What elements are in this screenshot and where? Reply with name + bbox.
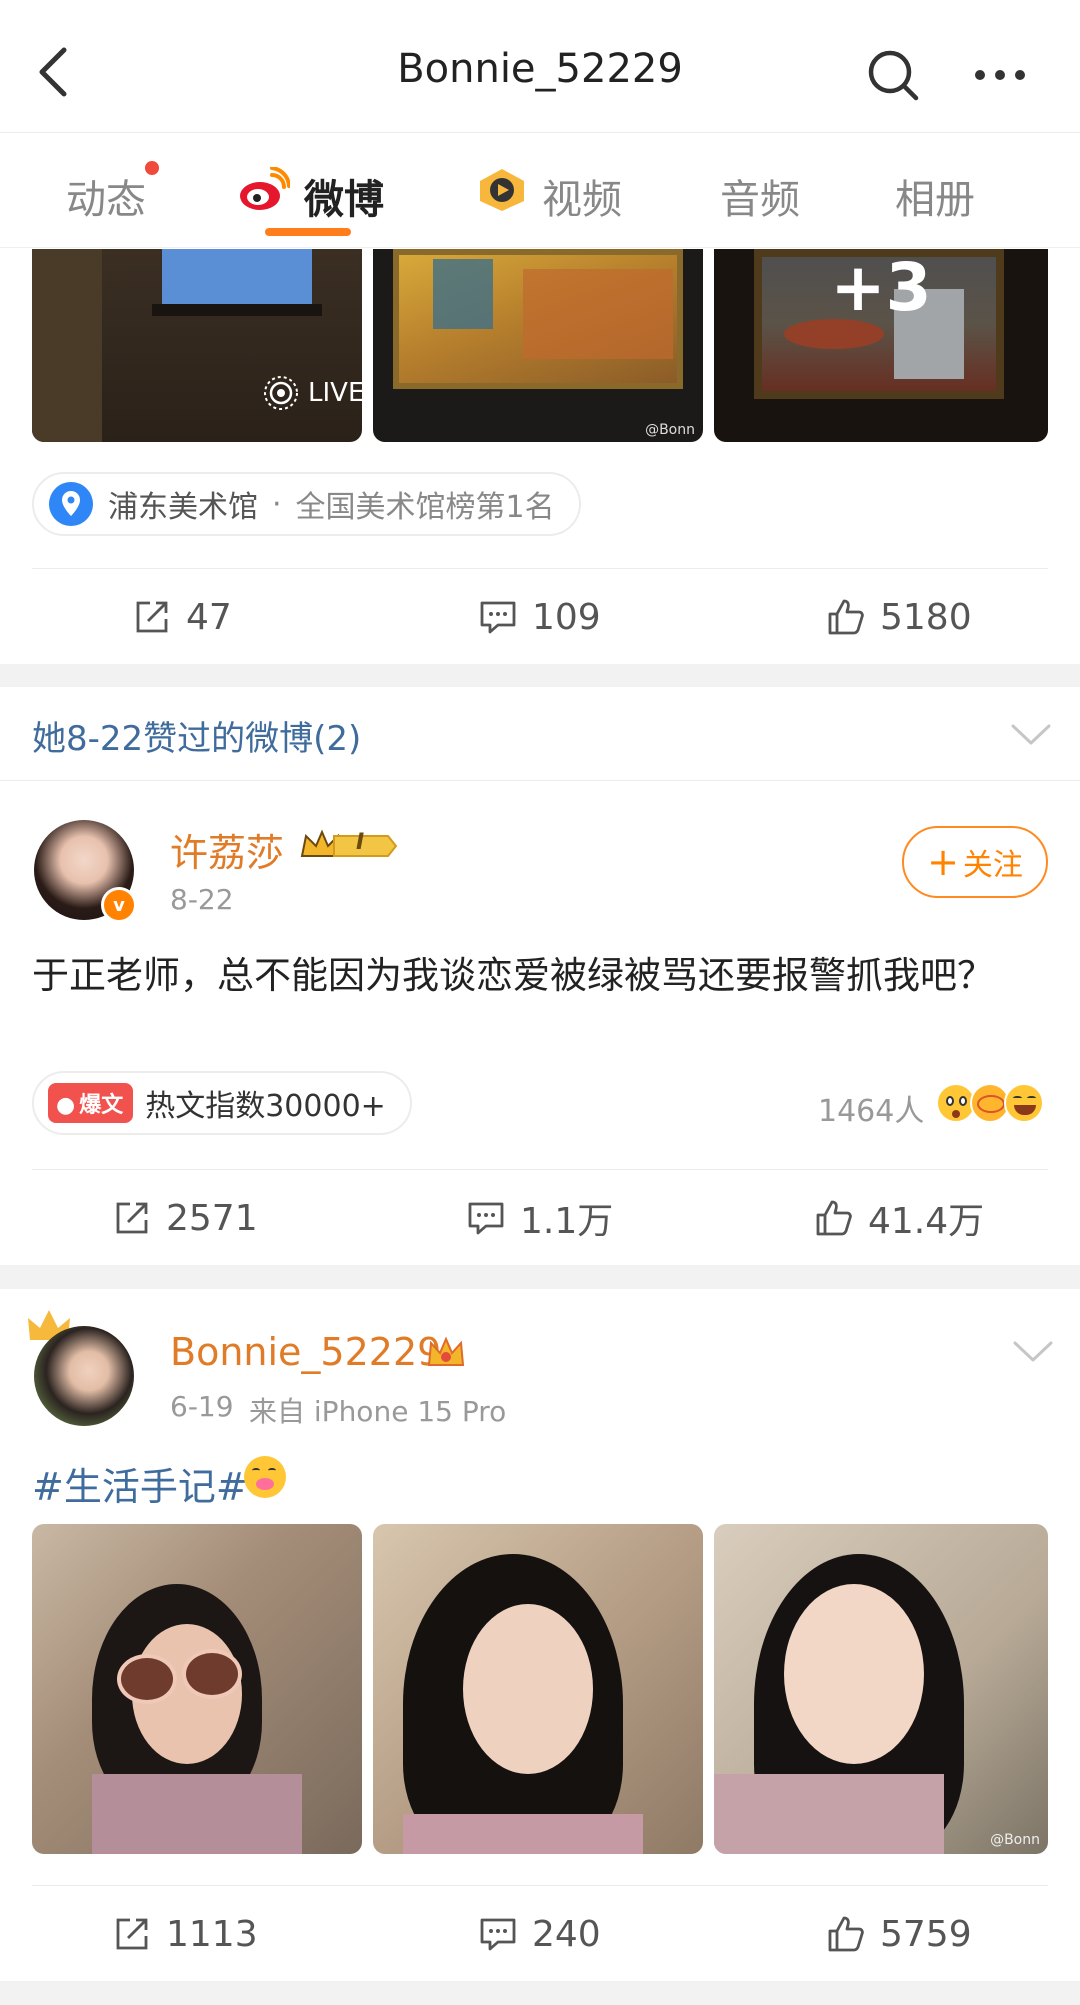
post-image[interactable]: +3 <box>714 249 1048 442</box>
watermark: @Bonn <box>990 1832 1040 1848</box>
section-divider <box>0 1981 1080 2005</box>
repost-icon <box>116 1202 148 1234</box>
comment-count: 1.1万 <box>520 1201 614 1242</box>
search-icon[interactable] <box>864 46 920 102</box>
watermark: @Bonn <box>645 422 695 438</box>
chevron-down-icon[interactable] <box>1010 723 1052 747</box>
tab-dynamic[interactable]: 动态 <box>66 167 146 225</box>
vip-level: I <box>356 830 365 855</box>
follow-label: 关注 <box>962 848 1023 883</box>
post-text: 于正老师，总不能因为我谈恋爱被绿被骂还要报警抓我吧？ <box>32 954 994 997</box>
tab-weibo[interactable]: 微博 <box>304 167 384 225</box>
crown-icon <box>300 829 398 857</box>
live-icon <box>264 376 298 410</box>
weibo-logo-icon <box>240 167 290 210</box>
location-separator: · <box>272 486 282 522</box>
repost-count: 47 <box>186 596 232 638</box>
liked-weibo-header[interactable]: 她8-22赞过的微博(2) <box>0 687 1080 781</box>
location-tag[interactable]: 浦东美术馆 · 全国美术馆榜第1名 <box>32 472 581 536</box>
post-image[interactable] <box>32 1524 362 1854</box>
repost-button[interactable]: 2571 <box>112 1196 258 1240</box>
like-button[interactable]: 41.4万 <box>814 1196 984 1242</box>
section-divider <box>0 664 1080 687</box>
like-count: 5759 <box>880 1913 972 1955</box>
post-actions: 1113 240 5759 <box>32 1885 1048 1981</box>
comment-count: 240 <box>532 1913 601 1955</box>
like-count: 41.4万 <box>868 1201 985 1242</box>
like-count: 5180 <box>880 596 972 638</box>
like-icon <box>816 1200 852 1236</box>
repost-button[interactable]: 1113 <box>112 1912 258 1956</box>
emoji-icon <box>244 1456 286 1498</box>
comment-icon <box>480 601 516 634</box>
post-image[interactable] <box>373 1524 703 1854</box>
video-icon <box>480 169 524 211</box>
author-name[interactable]: 许荔莎 <box>170 822 284 877</box>
comment-icon <box>468 1202 504 1235</box>
verified-badge: v <box>101 887 137 923</box>
avatar[interactable] <box>34 1326 134 1426</box>
liked-weibo-title: 她8-22赞过的微博(2) <box>32 719 362 759</box>
post-image[interactable]: @Bonn <box>373 249 703 442</box>
hot-badge: ● 爆文 <box>48 1083 134 1123</box>
section-divider <box>0 1265 1080 1289</box>
post-actions: 2571 1.1万 41.4万 <box>32 1169 1048 1265</box>
laughing-emoji-icon <box>1004 1083 1044 1123</box>
comment-button[interactable]: 1.1万 <box>466 1196 613 1242</box>
tab-video[interactable]: 视频 <box>542 167 622 225</box>
repost-icon <box>136 601 168 633</box>
follow-button[interactable]: + 关注 <box>902 826 1048 898</box>
location-pin-icon <box>49 482 93 526</box>
post-source: 来自 iPhone 15 Pro <box>249 1395 507 1428</box>
tab-audio[interactable]: 音频 <box>720 167 800 225</box>
profile-tabs: 动态 微博 视频 音频 相册 <box>0 133 1080 248</box>
more-images-count: +3 <box>830 249 932 326</box>
post-image[interactable]: @Bonn <box>714 1524 1048 1854</box>
active-tab-indicator <box>265 228 351 236</box>
location-rank: 全国美术馆榜第1名 <box>295 490 555 525</box>
author-name[interactable]: Bonnie_52229 <box>170 1330 441 1374</box>
comment-icon <box>480 1918 516 1951</box>
repost-count: 2571 <box>166 1197 258 1239</box>
post-date: 6-19 <box>170 1390 234 1423</box>
like-button[interactable]: 5759 <box>826 1912 972 1956</box>
comment-button[interactable]: 240 <box>478 1912 601 1956</box>
repost-button[interactable]: 47 <box>132 595 232 639</box>
top-bar: Bonnie_52229 <box>0 0 1080 133</box>
chevron-down-icon[interactable] <box>1012 1340 1054 1364</box>
vip-badge: I <box>298 826 398 866</box>
repost-icon <box>116 1918 148 1950</box>
live-badge: LIVE <box>262 374 362 412</box>
like-icon <box>828 599 864 635</box>
post-date: 8-22 <box>170 883 234 916</box>
like-button[interactable]: 5180 <box>826 595 972 639</box>
tab-album[interactable]: 相册 <box>895 167 975 225</box>
comment-button[interactable]: 109 <box>478 595 601 639</box>
comment-count: 109 <box>532 596 601 638</box>
repost-count: 1113 <box>166 1913 258 1955</box>
vip-crown-icon <box>427 1336 465 1366</box>
unread-dot <box>145 161 159 175</box>
post-actions: 47 109 5180 <box>32 568 1048 664</box>
post-image[interactable]: LIVE <box>32 249 362 442</box>
like-icon <box>828 1916 864 1952</box>
hashtag-link[interactable]: #生活手记# <box>32 1456 248 1511</box>
more-icon[interactable] <box>970 52 1030 98</box>
hot-index-text: 热文指数30000+ <box>145 1089 386 1124</box>
weibo-profile-page: Bonnie_52229 动态 微博 视频 音频 相册 LIVE @Bonn +… <box>0 0 1080 2005</box>
hot-article-tag[interactable]: ● 爆文 热文指数30000+ <box>32 1071 412 1135</box>
plus-icon: + <box>927 840 959 884</box>
location-name: 浦东美术馆 <box>108 490 258 525</box>
reaction-count: 1464人 <box>818 1094 925 1129</box>
